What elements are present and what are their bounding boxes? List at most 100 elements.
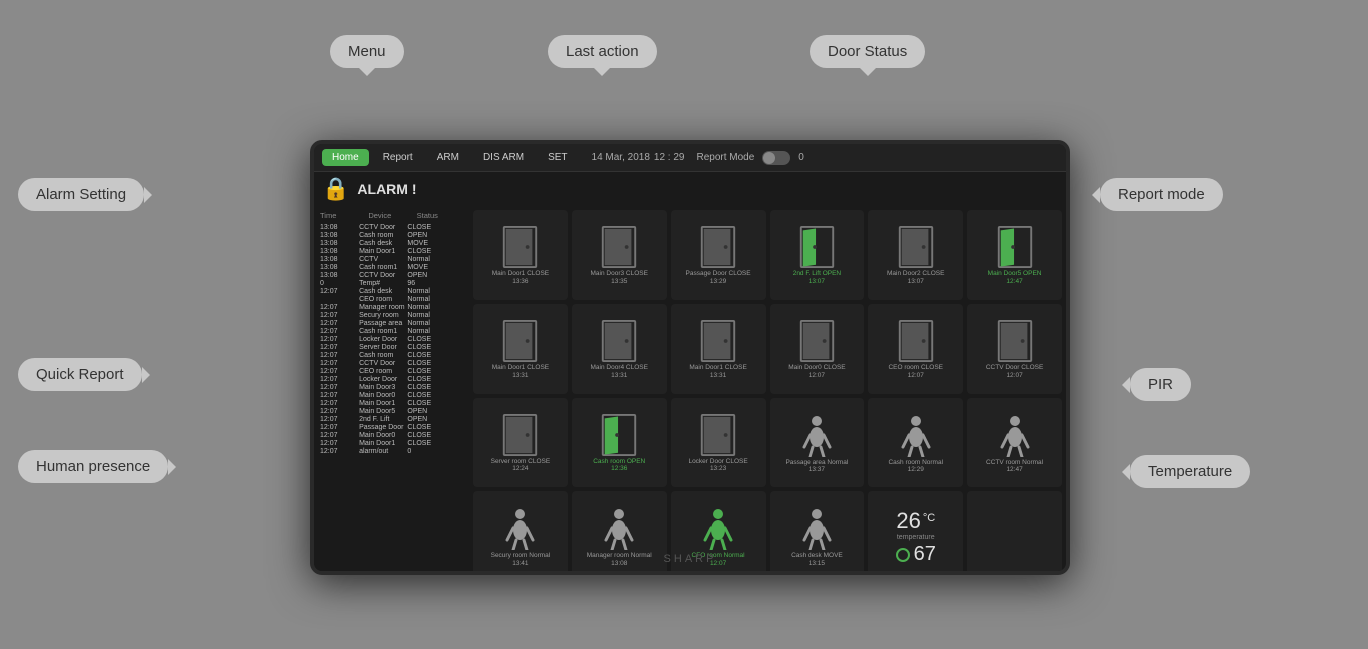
- arm-button[interactable]: ARM: [427, 149, 469, 166]
- log-row: 12:07CEO roomCLOSE: [318, 367, 465, 375]
- cell-label: Secury room Normal13:41: [491, 552, 551, 568]
- cell-label: Main Door4 CLOSE13:31: [591, 364, 648, 380]
- log-row: 13:08Main Door1CLOSE: [318, 247, 465, 255]
- nav-zero: 0: [798, 152, 804, 163]
- grid-cell: Cash desk MOVE13:15: [770, 491, 865, 575]
- cell-label: Cash desk MOVE13:15: [791, 552, 843, 568]
- log-row: 12:07alarm/out0: [318, 447, 465, 455]
- main-content: Time Device Status 13:08CCTV DoorCLOSE13…: [314, 206, 1066, 575]
- log-row: 12:07Locker DoorCLOSE: [318, 335, 465, 343]
- grid-cell: 2nd F. Lift OPEN13:07: [770, 210, 865, 300]
- grid-cell: Main Door1 CLOSE13:31: [473, 304, 568, 394]
- humidity-display: 67: [896, 543, 936, 566]
- alarm-banner: 🔒 ALARM !: [314, 172, 1066, 206]
- menu-tooltip-label: Menu: [348, 43, 386, 60]
- log-row: 12:07Main Door0CLOSE: [318, 431, 465, 439]
- cell-label: Locker Door CLOSE13:23: [688, 458, 747, 474]
- log-header: Time Device Status: [318, 210, 465, 221]
- menu-tooltip: Menu: [330, 35, 404, 68]
- grid-cell: Main Door0 CLOSE12:07: [770, 304, 865, 394]
- log-row: 12:07Main Door1CLOSE: [318, 399, 465, 407]
- grid-cell: Main Door5 OPEN12:47: [967, 210, 1062, 300]
- cell-label: CEO room CLOSE12:07: [888, 364, 943, 380]
- log-row: 12:07Cash room1Normal: [318, 327, 465, 335]
- alarm-text: ALARM !: [357, 181, 416, 197]
- nav-time: 12 : 29: [654, 152, 685, 163]
- nav-bar: Home Report ARM DIS ARM SET 14 Mar, 2018…: [314, 144, 1066, 172]
- log-rows-container: 13:08CCTV DoorCLOSE13:08Cash roomOPEN13:…: [318, 223, 465, 455]
- log-row: 0Temp#96: [318, 279, 465, 287]
- log-row: 12:07Cash roomCLOSE: [318, 351, 465, 359]
- log-row: 12:07Secury roomNormal: [318, 311, 465, 319]
- monitor: Home Report ARM DIS ARM SET 14 Mar, 2018…: [310, 140, 1070, 575]
- cell-label: Main Door1 CLOSE13:31: [492, 364, 549, 380]
- temperature-tooltip: Temperature: [1130, 455, 1250, 488]
- quick-report-tooltip: Quick Report: [18, 358, 142, 391]
- monitor-brand: SHARP: [664, 553, 717, 565]
- log-row: 12:07Server DoorCLOSE: [318, 343, 465, 351]
- cell-label: Passage Door CLOSE13:29: [686, 270, 751, 286]
- log-col-device: Device: [368, 211, 414, 220]
- set-button[interactable]: SET: [538, 149, 577, 166]
- log-row: 12:07Cash deskNormal: [318, 287, 465, 295]
- grid-cell: Manager room Normal13:08: [572, 491, 667, 575]
- cell-label: Main Door0 CLOSE12:07: [788, 364, 845, 380]
- log-row: 12:07CCTV DoorCLOSE: [318, 359, 465, 367]
- log-row: 13:08CCTVNormal: [318, 255, 465, 263]
- cell-label: Main Door1 CLOSE13:31: [689, 364, 746, 380]
- report-button[interactable]: Report: [373, 149, 423, 166]
- log-row: 13:08CCTV DoorCLOSE: [318, 223, 465, 231]
- last-action-tooltip: Last action: [548, 35, 657, 68]
- humidity-icon: [896, 548, 910, 562]
- cell-label: Manager room Normal13:08: [587, 552, 652, 568]
- grid-cell: Passage Door CLOSE13:29: [671, 210, 766, 300]
- grid-cell: Main Door1 CLOSE13:31: [671, 304, 766, 394]
- pir-tooltip-label: PIR: [1148, 376, 1173, 393]
- home-button[interactable]: Home: [322, 149, 369, 166]
- report-mode-tooltip-label: Report mode: [1118, 186, 1205, 203]
- log-row: 12:07Locker DoorCLOSE: [318, 375, 465, 383]
- dis-arm-button[interactable]: DIS ARM: [473, 149, 534, 166]
- log-panel: Time Device Status 13:08CCTV DoorCLOSE13…: [314, 206, 469, 575]
- grid-cell: Main Door1 CLOSE13:36: [473, 210, 568, 300]
- pir-tooltip: PIR: [1130, 368, 1191, 401]
- log-row: 12:07Passage areaNormal: [318, 319, 465, 327]
- grid-cell: Passage area Normal13:37: [770, 398, 865, 488]
- log-row: 12:07Main Door0CLOSE: [318, 391, 465, 399]
- cell-label: Main Door2 CLOSE13:07: [887, 270, 944, 286]
- log-table: Time Device Status 13:08CCTV DoorCLOSE13…: [318, 210, 465, 455]
- log-col-time: Time: [320, 211, 366, 220]
- cell-label: Main Door5 OPEN12:47: [988, 270, 1042, 286]
- human-presence-tooltip-label: Human presence: [36, 458, 150, 475]
- human-presence-tooltip: Human presence: [18, 450, 168, 483]
- lock-icon: 🔒: [322, 176, 349, 202]
- cell-label: Passage area Normal13:37: [785, 459, 848, 475]
- report-mode-toggle[interactable]: [762, 151, 790, 165]
- last-action-tooltip-label: Last action: [566, 43, 639, 60]
- nav-date: 14 Mar, 2018: [592, 152, 650, 163]
- grid-cell: Main Door2 CLOSE13:07: [868, 210, 963, 300]
- grid-cell: [967, 491, 1062, 575]
- log-row: 13:08Cash deskMOVE: [318, 239, 465, 247]
- quick-report-tooltip-label: Quick Report: [36, 366, 124, 383]
- door-status-tooltip: Door Status: [810, 35, 925, 68]
- grid-cell: Main Door4 CLOSE13:31: [572, 304, 667, 394]
- log-row: 12:07Main Door5OPEN: [318, 407, 465, 415]
- temperature-tooltip-label: Temperature: [1148, 463, 1232, 480]
- report-mode-tooltip: Report mode: [1100, 178, 1223, 211]
- log-row: CEO roomNormal: [318, 295, 465, 303]
- log-row: 12:072nd F. LiftOPEN: [318, 415, 465, 423]
- log-row: 12:07Main Door1CLOSE: [318, 439, 465, 447]
- grid-cell: CCTV room Normal12:47: [967, 398, 1062, 488]
- cell-label: Main Door3 CLOSE13:35: [591, 270, 648, 286]
- grid-cell: Secury room Normal13:41: [473, 491, 568, 575]
- grid-cell: Cash room Normal12:29: [868, 398, 963, 488]
- log-col-status: Status: [417, 211, 463, 220]
- cell-label: Main Door1 CLOSE13:36: [492, 270, 549, 286]
- grid-cell: Locker Door CLOSE13:23: [671, 398, 766, 488]
- log-row: 13:08Cash roomOPEN: [318, 231, 465, 239]
- log-row: 12:07Manager roomNormal: [318, 303, 465, 311]
- temperature-display: 26 °C: [896, 508, 935, 534]
- grid-cell: Main Door3 CLOSE13:35: [572, 210, 667, 300]
- log-row: 13:08Cash room1MOVE: [318, 263, 465, 271]
